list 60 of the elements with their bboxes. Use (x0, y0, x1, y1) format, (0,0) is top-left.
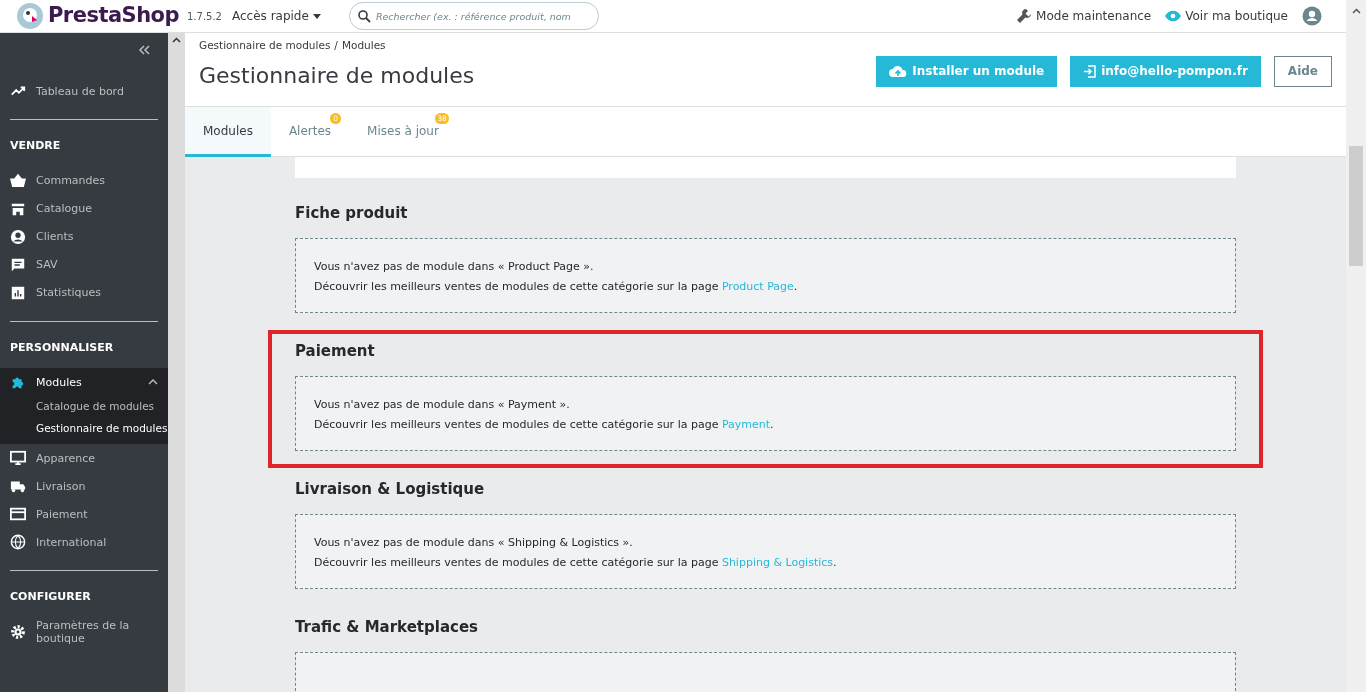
sidebar-heading: CONFIGURER (9, 589, 92, 605)
scroll-thumb[interactable] (1349, 146, 1363, 266)
empty-message: Vous n'avez pas de module dans « Shipping & Logistics ». (314, 535, 634, 551)
eye-icon (1165, 10, 1182, 22)
sidebar-item[interactable]: Paiement (0, 500, 168, 528)
sidebar-item[interactable]: Commandes (0, 166, 168, 195)
section-title: Paiement (295, 341, 376, 362)
logo: PrestaShop (48, 2, 179, 30)
sidebar-item[interactable]: Livraison (0, 472, 168, 500)
chart-icon (10, 284, 26, 301)
discover-message: Découvrir les meilleurs ventes de modules de cette catégorie sur la page Product Page. (314, 279, 799, 295)
discover-message: Découvrir les meilleurs ventes de modules de cette catégorie sur la page Payment. (314, 417, 775, 433)
caret-icon (312, 13, 321, 19)
card-icon (10, 506, 26, 522)
search-icon (357, 10, 371, 23)
page-title: Gestionnaire de modules (199, 61, 475, 90)
wrench-icon (1016, 8, 1033, 24)
sidebar-scrollbar[interactable] (168, 33, 185, 692)
collapse-icon[interactable] (138, 45, 150, 55)
sidebar-heading: PERSONNALISER (9, 339, 115, 356)
sidebar-item[interactable]: Apparence (0, 444, 168, 472)
header-link[interactable]: Voir ma boutique (1165, 7, 1288, 25)
settings-icon (10, 623, 26, 640)
scroll-up-icon[interactable] (172, 37, 181, 43)
section-title: Fiche produit (295, 203, 409, 224)
sidebar-subitem[interactable]: Gestionnaire de modules (0, 418, 168, 440)
sidebar-item[interactable]: Statistiques (0, 278, 168, 307)
page-scrollbar[interactable] (1346, 0, 1366, 692)
breadcrumb-link[interactable]: Gestionnaire de modules (199, 38, 331, 54)
search-field[interactable]: Rechercher (ex. : référence produit, nom (348, 2, 599, 30)
quick-access-button[interactable]: Accès rapide (232, 7, 321, 25)
sidebar-item[interactable]: International (0, 528, 168, 556)
header-button[interactable]: Aide (1273, 55, 1332, 87)
cloud-upload-icon (889, 64, 908, 78)
chat-icon (10, 256, 26, 273)
sign-in-icon (1083, 64, 1097, 78)
discover-message: Découvrir les meilleurs ventes de modules de cette catégorie sur la page Shipping & Logistics. (314, 555, 838, 571)
empty-message: Vous n'avez pas de module dans « Product Page ». (314, 259, 595, 275)
sidebar-heading: VENDRE (9, 138, 62, 154)
monitor-icon (10, 450, 26, 466)
breadcrumb-separator: / (334, 38, 338, 53)
version: 1.7.5.2 (187, 9, 222, 24)
section-title: Livraison & Logistique (295, 479, 486, 500)
sidebar-item[interactable]: Tableau de bord (0, 77, 168, 105)
section-title: Trafic & Marketplaces (295, 617, 479, 638)
chevron-up-icon (148, 379, 158, 385)
empty-message: Vous n'avez pas de module dans « Payment ». (314, 397, 571, 413)
sidebar-item[interactable]: SAV (0, 250, 168, 279)
account-icon[interactable] (1302, 6, 1322, 26)
scroll-up-icon[interactable] (1351, 8, 1361, 14)
user-icon (10, 228, 26, 245)
breadcrumb-link[interactable]: Modules (341, 38, 386, 54)
sidebar-item[interactable]: Paramètres de la boutique (0, 617, 168, 646)
tab[interactable]: Modules (185, 107, 271, 157)
sidebar-subitem[interactable]: Catalogue de modules (0, 396, 168, 418)
sidebar-item[interactable]: Catalogue (0, 194, 168, 223)
globe-icon (10, 534, 26, 550)
basket-icon (10, 172, 26, 189)
sidebar-item[interactable]: Clients (0, 222, 168, 251)
header-link[interactable]: Mode maintenance (1016, 7, 1152, 25)
